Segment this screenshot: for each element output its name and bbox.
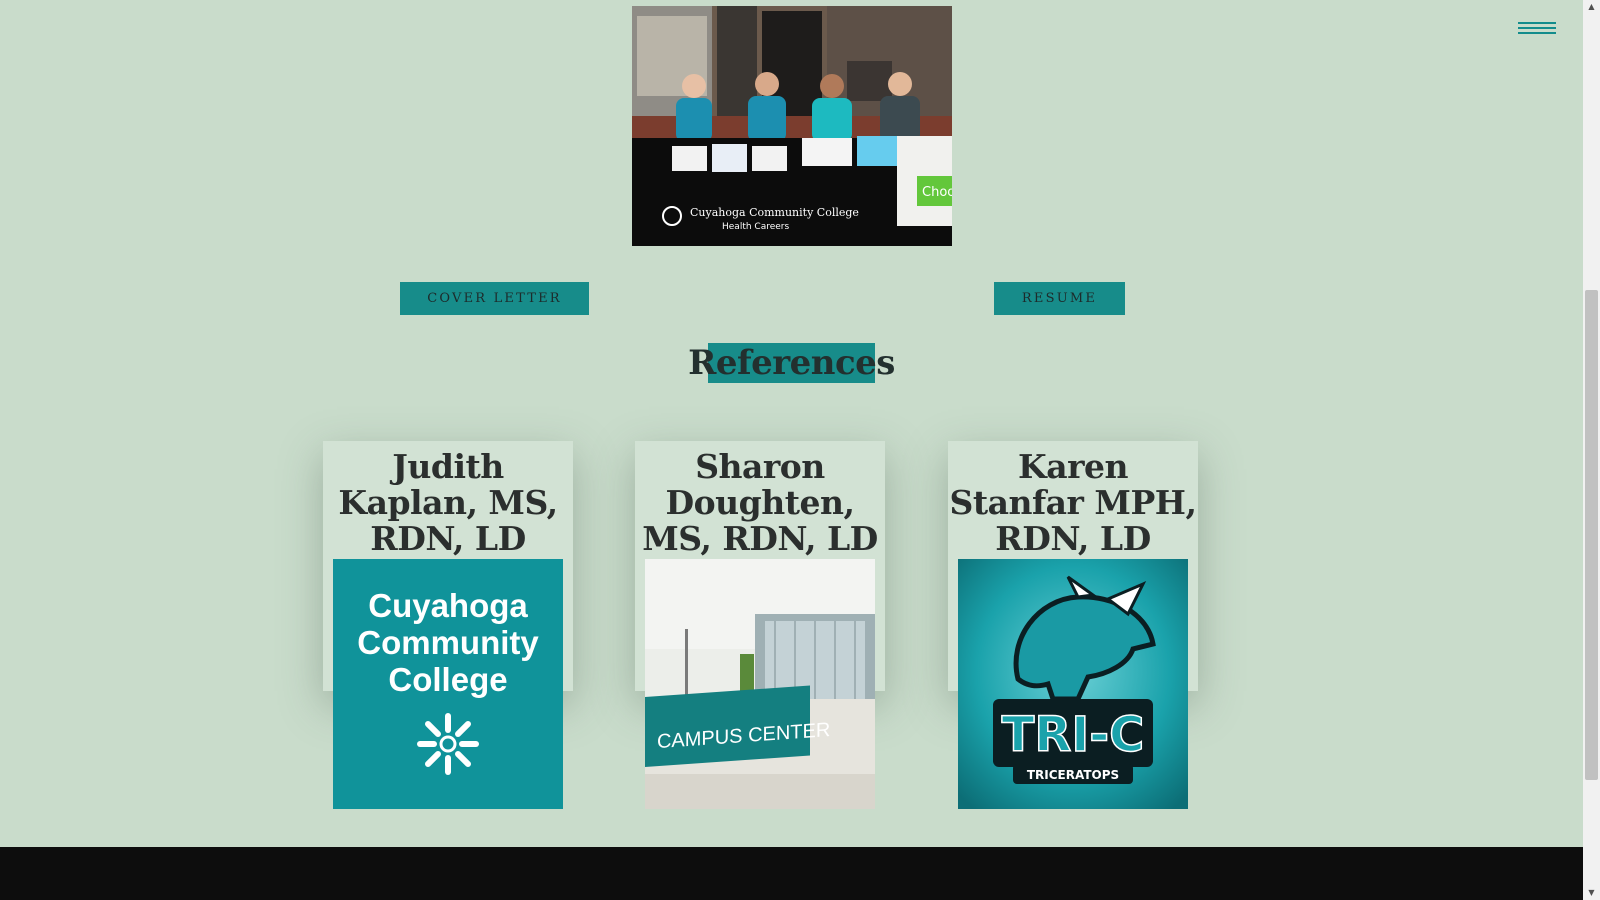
campus-center-photo: CAMPUS CENTER [645, 559, 875, 809]
scroll-down-arrow-icon[interactable]: ▼ [1583, 886, 1600, 900]
triceratops-text: TRICERATOPS [1027, 768, 1119, 782]
cuyahoga-college-logo: Cuyahoga Community College [333, 559, 563, 809]
reference-card: Judith Kaplan, MS, RDN, LD Cuyahoga Comm… [323, 441, 573, 809]
reference-card: Karen Stanfar MPH, RDN, LD TRI-C TRICERA… [948, 441, 1198, 809]
logo-line-1: Cuyahoga [368, 587, 528, 624]
menu-line [1518, 22, 1556, 24]
resume-button[interactable]: RESUME [994, 282, 1125, 315]
scrollbar-thumb[interactable] [1585, 290, 1598, 780]
tri-c-triceratops-logo: TRI-C TRICERATOPS [958, 559, 1188, 809]
hero-photo: Choo Cuyahoga Community College Health C… [632, 6, 952, 246]
tri-c-logo-text: TRI-C [1002, 707, 1145, 763]
menu-line [1518, 27, 1556, 29]
references-title: References [688, 343, 895, 383]
page: Choo Cuyahoga Community College Health C… [0, 0, 1583, 900]
table-banner-line1: Cuyahoga Community College [690, 206, 859, 219]
reference-card: Sharon Doughten, MS, RDN, LD CAMPUS CENT… [635, 441, 885, 809]
cover-letter-button[interactable]: COVER LETTER [400, 282, 589, 315]
scroll-up-arrow-icon[interactable]: ▲ [1583, 0, 1600, 14]
vertical-scrollbar[interactable]: ▲ ▼ [1583, 0, 1600, 900]
table-banner-line2: Health Careers [722, 222, 789, 232]
reference-name: Judith Kaplan, MS, RDN, LD [338, 447, 558, 558]
logo-line-3: College [388, 661, 507, 698]
hamburger-menu-icon[interactable] [1518, 18, 1556, 40]
reference-name: Sharon Doughten, MS, RDN, LD [642, 447, 878, 558]
table-sign-text: Choo [922, 185, 952, 200]
reference-name: Karen Stanfar MPH, RDN, LD [949, 447, 1197, 558]
logo-line-2: Community [357, 624, 539, 661]
footer-band [0, 847, 1583, 900]
menu-line [1518, 32, 1556, 34]
